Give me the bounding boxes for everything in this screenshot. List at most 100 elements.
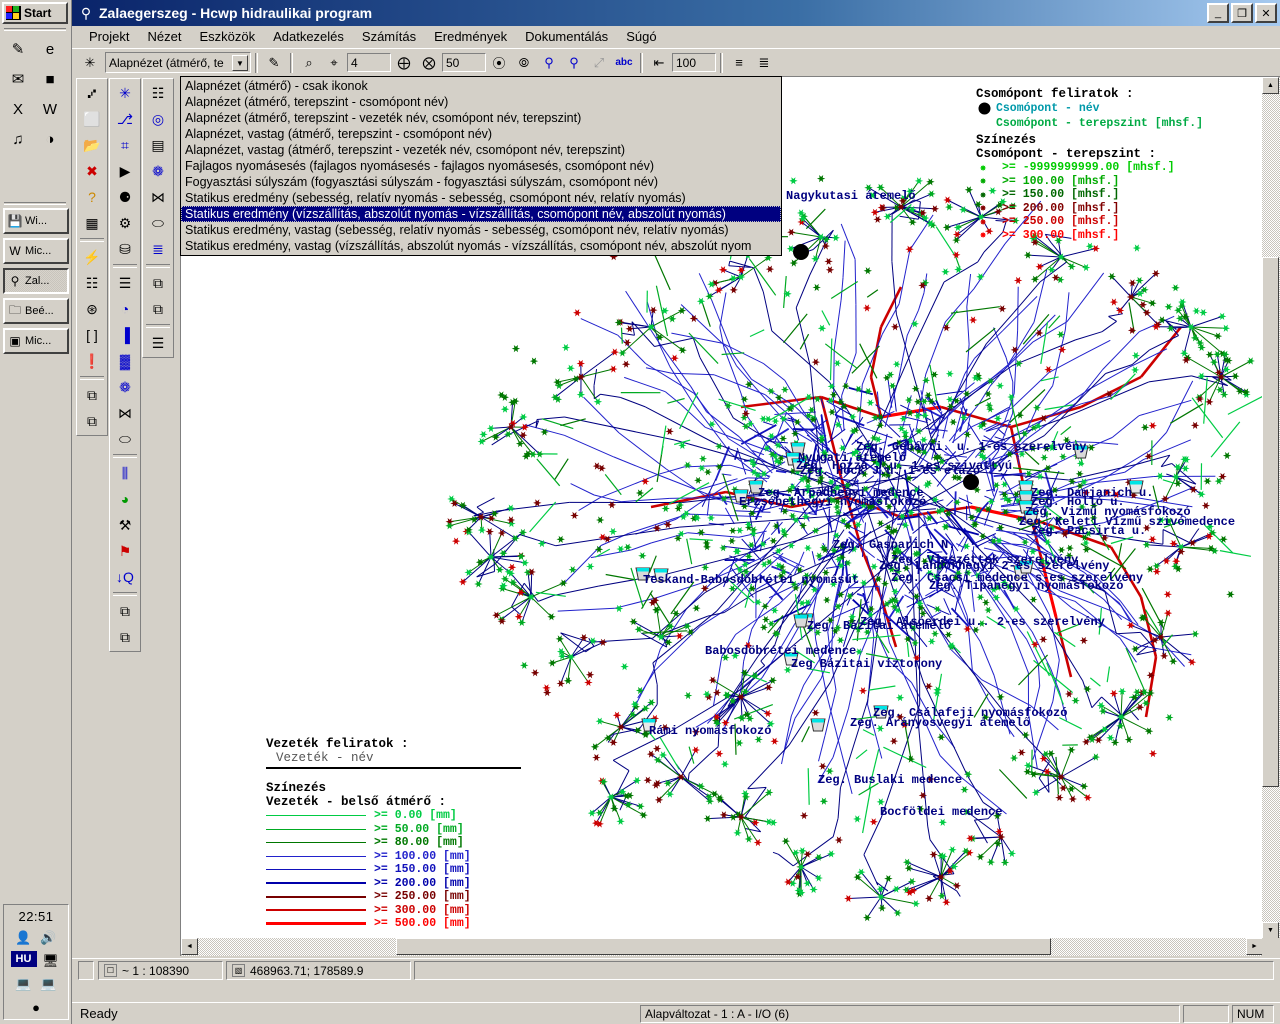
horizontal-scrollbar[interactable]: ◄ ► bbox=[181, 938, 1263, 956]
open-folder-icon[interactable]: 📂 bbox=[78, 132, 106, 158]
layers-icon[interactable]: ⧉ bbox=[78, 382, 106, 408]
view-mode-combobox[interactable]: Alapnézet (átmérő, te ▼ bbox=[105, 52, 251, 73]
database-view-icon[interactable]: ▦ bbox=[78, 210, 106, 236]
excel-icon[interactable]: X bbox=[2, 94, 34, 124]
task-button-0[interactable]: 💾 Wi... bbox=[3, 208, 69, 234]
quick-launch-bar[interactable]: ✎ e ✉ ■ X W ♫ ◑ bbox=[2, 34, 66, 174]
view-mode-dropdown-list[interactable]: Alapnézet (átmérő) - csak ikonok Alapnéze… bbox=[180, 76, 782, 256]
zoom-extent-icon[interactable]: ⌖ bbox=[322, 51, 346, 74]
network-tool-icon[interactable]: ✳ bbox=[78, 51, 102, 74]
chevron-down-icon[interactable]: ▼ bbox=[232, 55, 248, 71]
bowtie2-icon[interactable]: ⋈ bbox=[144, 184, 172, 210]
columns-icon[interactable]: ▓ bbox=[111, 348, 139, 374]
notepad-icon[interactable]: ✎ bbox=[2, 34, 34, 64]
delete-icon[interactable]: ✖ bbox=[78, 158, 106, 184]
fan-icon[interactable]: ❁ bbox=[111, 374, 139, 400]
task-button-4[interactable]: ▣ Mic... bbox=[3, 328, 69, 354]
brackets-icon[interactable]: [ ] bbox=[78, 322, 106, 348]
help-icon[interactable]: ? bbox=[78, 184, 106, 210]
dropdown-option-1[interactable]: Alapnézet (átmérő, terepszint - csomópon… bbox=[181, 94, 781, 110]
media-icon[interactable]: ♫ bbox=[2, 124, 34, 154]
dropdown-option-2[interactable]: Alapnézet (átmérő, terepszint - vezeték … bbox=[181, 110, 781, 126]
report-icon[interactable]: ☷ bbox=[78, 270, 106, 296]
menu-item-1[interactable]: Nézet bbox=[138, 27, 190, 46]
zoom-in-icon[interactable]: ⨁ bbox=[392, 51, 416, 74]
dropdown-option-9[interactable]: Statikus eredmény, vastag (sebesség, rel… bbox=[181, 222, 781, 238]
zoom-select-blue-icon[interactable]: ⚲ bbox=[537, 51, 561, 74]
menu-item-7[interactable]: Súgó bbox=[617, 27, 665, 46]
no-copy2-icon[interactable]: ⧉ bbox=[144, 296, 172, 322]
network-icon[interactable]: 🖥 bbox=[40, 951, 62, 971]
pump-icon[interactable]: ⚙ bbox=[111, 210, 139, 236]
bowtie-icon[interactable]: ⋈ bbox=[111, 400, 139, 426]
copy-layers-icon[interactable]: ⧉ bbox=[111, 598, 139, 624]
coordinates-panel[interactable]: ▧ 468963.71; 178589.9 bbox=[226, 961, 411, 980]
sheets-icon[interactable]: ☰ bbox=[111, 270, 139, 296]
legend-list-icon[interactable]: ≣ bbox=[752, 51, 776, 74]
measure-icon[interactable]: ⇤ bbox=[647, 51, 671, 74]
dropdown-option-8[interactable]: Statikus eredmény (vízszállítás, abszolú… bbox=[181, 206, 781, 222]
network-node-icon[interactable]: ✳ bbox=[111, 80, 139, 106]
zoom-out-icon[interactable]: ⨂ bbox=[417, 51, 441, 74]
scale-panel[interactable]: ☐ ~ 1 : 108390 bbox=[98, 961, 223, 980]
task-button-2[interactable]: ⚲ Zal... bbox=[3, 268, 69, 294]
menu-item-0[interactable]: Projekt bbox=[80, 27, 138, 46]
copy2-icon[interactable]: ⧉ bbox=[144, 270, 172, 296]
arrow-tool-icon[interactable]: ▶ bbox=[111, 158, 139, 184]
dropdown-option-5[interactable]: Fajlagos nyomásesés (fajlagos nyomásesés… bbox=[181, 158, 781, 174]
save-icon[interactable]: ■ bbox=[34, 64, 66, 94]
task-list[interactable]: 💾 Wi... W Mic... ⚲ Zal... 🗀 Beé... ▣ Mic... bbox=[3, 208, 69, 358]
stack-db-icon[interactable]: ⊛ bbox=[78, 296, 106, 322]
main-toolbar[interactable]: ✳ Alapnézet (átmérő, te ▼ ✎ ⌕ ⌖ 4 ⨁ ⨂ 50… bbox=[72, 48, 1280, 76]
ellipse2-icon[interactable]: ⬭ bbox=[144, 210, 172, 236]
monitor2-icon[interactable]: 💻 bbox=[38, 974, 60, 994]
toolbox-column-1[interactable]: ⑇ ⬜ 📂 ✖? ▦ ⚡ ☷ ⊛[ ] ❗ ⧉ ⧉ bbox=[76, 78, 108, 436]
toolbox-column-3[interactable]: ☷ ◎ ▤ ❁ ⋈ ⬭ ≣ ⧉ ⧉ ☰ bbox=[142, 78, 174, 358]
legend-bars-icon[interactable]: ≡ bbox=[727, 51, 751, 74]
dropdown-option-0[interactable]: Alapnézet (átmérő) - csak ikonok bbox=[181, 78, 781, 94]
language-indicator[interactable]: HU bbox=[10, 951, 37, 967]
internet-explorer-icon[interactable]: e bbox=[34, 34, 66, 64]
valve-tool-icon[interactable]: ⌗ bbox=[111, 132, 139, 158]
zoom-steps-input[interactable]: 4 bbox=[347, 53, 391, 72]
histogram-icon[interactable]: ⫼ bbox=[111, 460, 139, 486]
new-document-icon[interactable]: ⬜ bbox=[78, 106, 106, 132]
zoom-window-icon[interactable]: ⌕ bbox=[297, 51, 321, 74]
vertical-scrollbar[interactable]: ▲ ▼ bbox=[1262, 77, 1280, 939]
restore-button[interactable]: ❐ bbox=[1231, 3, 1253, 23]
toolbox-column-2[interactable]: ✳ ⎇ ⌗ ▶ ⚈ ⚙ ⛁ ☰ ◔ ▐ ▓ ❁ ⋈ ⬭ ⫼ ◕ ⚒ ⚑ ↓Q ⧉ ⧉ bbox=[109, 78, 141, 652]
scroll-right-button[interactable]: ► bbox=[1246, 938, 1263, 955]
layers-off-icon[interactable]: ⧉ bbox=[78, 408, 106, 434]
dropdown-option-10[interactable]: Statikus eredmény, vastag (vízszállítás,… bbox=[181, 238, 781, 254]
tray-clock[interactable]: 22:51 bbox=[18, 909, 53, 924]
paint-icon[interactable]: ◑ bbox=[34, 124, 66, 154]
scroll-down-button[interactable]: ▼ bbox=[1262, 922, 1279, 939]
menu-bar[interactable]: Projekt Nézet Eszközök Adatkezelés Számítás E… bbox=[72, 26, 1280, 48]
label-size-input[interactable]: 100 bbox=[672, 53, 716, 72]
ellipse-icon[interactable]: ⬭ bbox=[111, 426, 139, 452]
piechart-icon[interactable]: ◕ bbox=[111, 486, 139, 512]
list-icon[interactable]: ☰ bbox=[144, 330, 172, 356]
dropdown-option-3[interactable]: Alapnézet, vastag (átmérő, terepszint - … bbox=[181, 126, 781, 142]
horizontal-scroll-thumb[interactable] bbox=[396, 938, 1051, 955]
pan-right-icon[interactable]: ⦾ bbox=[512, 51, 536, 74]
scroll-left-button[interactable]: ◄ bbox=[181, 938, 198, 955]
node-point-icon[interactable]: ⚈ bbox=[111, 184, 139, 210]
menu-item-2[interactable]: Eszközök bbox=[190, 27, 264, 46]
menu-item-3[interactable]: Adatkezelés bbox=[264, 27, 353, 46]
dropdown-option-7[interactable]: Statikus eredmény (sebesség, relatív nyo… bbox=[181, 190, 781, 206]
dropdown-option-6[interactable]: Fogyasztási súlyszám (fogyasztási súlysz… bbox=[181, 174, 781, 190]
no-copy-icon[interactable]: ⧉ bbox=[111, 624, 139, 650]
gauge-icon[interactable]: ◔ bbox=[111, 296, 139, 322]
vertical-scroll-thumb[interactable] bbox=[1262, 257, 1279, 787]
task-button-1[interactable]: W Mic... bbox=[3, 238, 69, 264]
outlook-express-icon[interactable]: ✉ bbox=[2, 64, 34, 94]
page-icon[interactable]: ☷ bbox=[144, 80, 172, 106]
title-bar[interactable]: ⚲ Zalaegerszeg - Hcwp hidraulikai progra… bbox=[72, 0, 1280, 26]
battery-icon[interactable]: ● bbox=[25, 997, 47, 1017]
alert-icon[interactable]: ❗ bbox=[78, 348, 106, 374]
monitor-icon[interactable]: 💻 bbox=[13, 974, 35, 994]
plant-icon[interactable]: ⚒ bbox=[111, 512, 139, 538]
bars-icon[interactable]: ▐ bbox=[111, 322, 139, 348]
menu-item-4[interactable]: Számítás bbox=[353, 27, 425, 46]
